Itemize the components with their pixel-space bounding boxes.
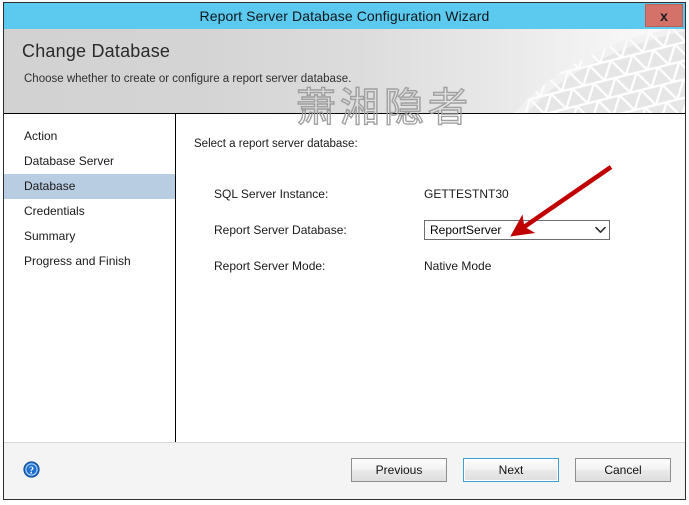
wizard-body: Action Database Server Database Credenti… <box>4 113 685 442</box>
screenshot-root: Report Server Database Configuration Wiz… <box>0 0 689 505</box>
report-server-database-value: ReportServer <box>430 223 502 237</box>
form-row-report-server-database: Report Server Database: ReportServer <box>214 212 634 248</box>
chevron-down-icon <box>591 226 609 234</box>
window-title: Report Server Database Configuration Wiz… <box>199 8 490 24</box>
report-server-database-label: Report Server Database: <box>214 223 347 237</box>
database-form: SQL Server Instance: GETTESTNT30 Report … <box>214 176 634 284</box>
wizard-content-panel: Select a report server database: SQL Ser… <box>176 114 685 442</box>
wizard-window: Report Server Database Configuration Wiz… <box>3 2 686 500</box>
wizard-footer: ? Previous Next Cancel <box>4 442 685 499</box>
help-icon[interactable]: ? <box>23 461 40 478</box>
sidebar-item-action[interactable]: Action <box>4 124 175 149</box>
next-button[interactable]: Next <box>463 458 559 482</box>
window-titlebar: Report Server Database Configuration Wiz… <box>4 3 685 29</box>
report-server-mode-label: Report Server Mode: <box>214 259 326 273</box>
form-row-report-server-mode: Report Server Mode: Native Mode <box>214 248 634 284</box>
page-title: Change Database <box>22 41 171 61</box>
footer-button-row: Previous Next Cancel <box>351 458 671 482</box>
sql-server-instance-label: SQL Server Instance: <box>214 187 329 201</box>
sidebar-item-credentials[interactable]: Credentials <box>4 199 175 224</box>
form-row-sql-server-instance: SQL Server Instance: GETTESTNT30 <box>214 176 634 212</box>
svg-text:?: ? <box>29 465 34 476</box>
cancel-button[interactable]: Cancel <box>575 458 671 482</box>
sidebar-item-database[interactable]: Database <box>4 174 175 199</box>
banner-mesh-decoration <box>515 29 685 113</box>
sidebar-item-database-server[interactable]: Database Server <box>4 149 175 174</box>
content-intro-text: Select a report server database: <box>194 138 358 150</box>
close-button[interactable]: x <box>645 4 683 27</box>
report-server-database-dropdown[interactable]: ReportServer <box>424 220 610 240</box>
sidebar-item-summary[interactable]: Summary <box>4 224 175 249</box>
page-subtitle: Choose whether to create or configure a … <box>24 73 352 85</box>
wizard-banner: Change Database Choose whether to create… <box>4 29 685 113</box>
sidebar-item-progress-and-finish[interactable]: Progress and Finish <box>4 249 175 274</box>
sql-server-instance-value: GETTESTNT30 <box>424 187 509 201</box>
previous-button[interactable]: Previous <box>351 458 447 482</box>
wizard-step-sidebar: Action Database Server Database Credenti… <box>4 114 176 442</box>
close-icon: x <box>660 7 668 24</box>
report-server-mode-value: Native Mode <box>424 259 492 273</box>
